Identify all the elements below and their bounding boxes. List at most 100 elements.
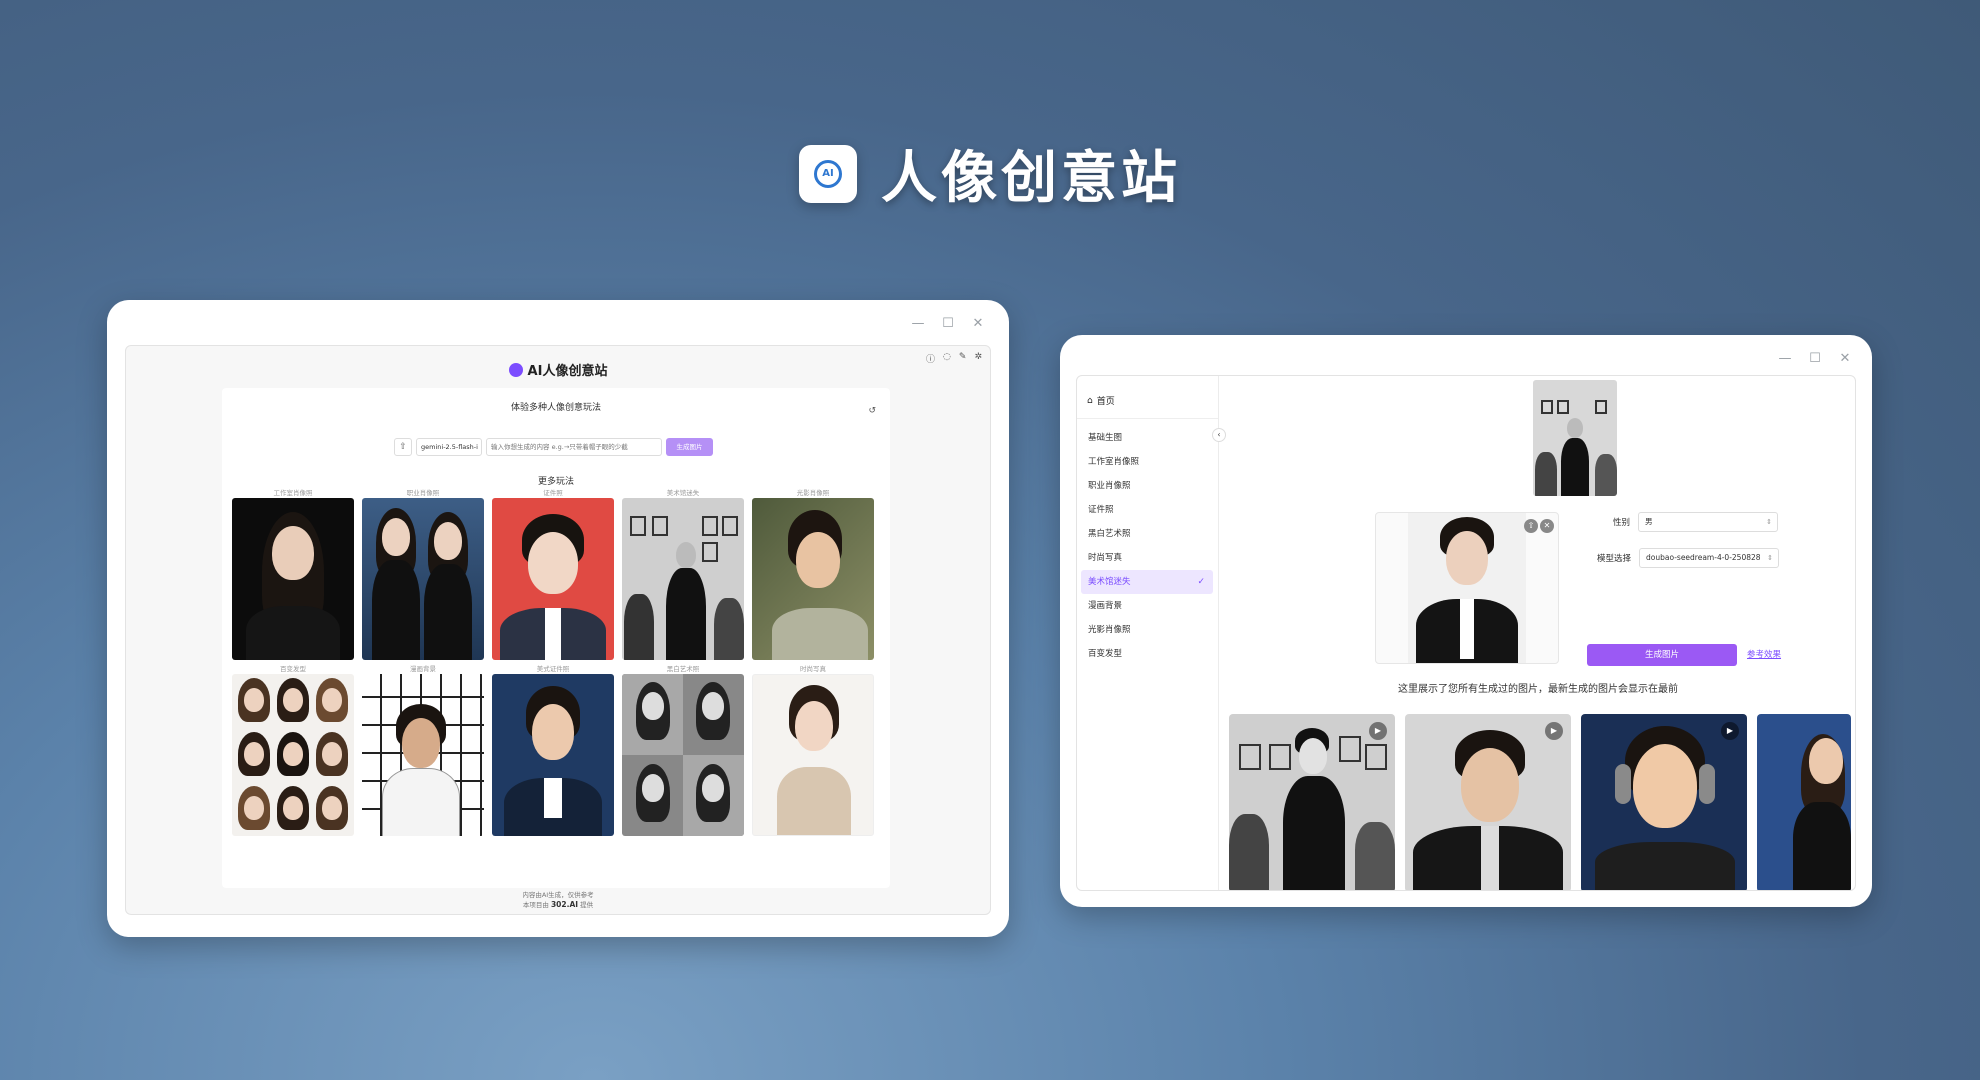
card-image [622, 498, 744, 660]
main-content: ⇧ ✕ 性别 男 ⇕ 模型选择 doubao-seedream-4-0-2508… [1219, 376, 1855, 890]
minimize-icon[interactable]: — [911, 316, 925, 331]
style-grid: 工作室肖像照 职业肖像照 证件照 美术馆迷失 光影肖像照 百变发型 漫画背景 美… [232, 488, 874, 836]
sidebar-item[interactable]: 光影肖像照 [1081, 618, 1213, 642]
minimize-icon[interactable]: — [1778, 351, 1792, 366]
sidebar-item[interactable]: 工作室肖像照 [1081, 450, 1213, 474]
generate-button[interactable]: 生成图片 [1587, 644, 1737, 666]
brand-title: AI人像创意站 [527, 364, 608, 379]
card-image [232, 498, 354, 660]
gender-value: 男 [1645, 517, 1653, 526]
hero-title: 人像创意站 [881, 146, 1181, 211]
sidebar-item-label: 光影肖像照 [1088, 625, 1131, 635]
sidebar-item[interactable]: 时尚写真 [1081, 546, 1213, 570]
model-select[interactable]: gemini-2.5-flash-i [416, 438, 482, 456]
style-card[interactable]: 职业肖像照 [362, 488, 484, 660]
gender-select[interactable]: 男 ⇕ [1638, 512, 1779, 532]
sidebar-home[interactable]: ⌂ 首页 [1087, 394, 1115, 408]
gallery-notice: 这里展示了您所有生成过的图片，最新生成的图片会显示在最前 [1398, 684, 1678, 695]
video-icon[interactable]: ▶ [1545, 722, 1563, 740]
sidebar-item[interactable]: 证件照 [1081, 498, 1213, 522]
style-card[interactable]: 证件照 [492, 488, 614, 660]
sidebar-item-active[interactable]: 美术馆迷失 ✓ [1081, 570, 1213, 594]
main-panel: 体验多种人像创意玩法 ↺ ⇧ gemini-2.5-flash-i 生成图片 更… [222, 388, 890, 888]
sidebar-item[interactable]: 黑白艺术照 [1081, 522, 1213, 546]
style-card[interactable]: 光影肖像照 [752, 488, 874, 660]
window-controls: — ☐ ✕ [1778, 351, 1852, 366]
collapse-sidebar-icon[interactable]: ‹ [1212, 428, 1226, 442]
gender-row: 性别 男 ⇕ [1613, 512, 1779, 532]
maximize-icon[interactable]: ☐ [941, 316, 955, 331]
more-title: 更多玩法 [537, 477, 574, 487]
sidebar-item-label: 职业肖像照 [1088, 481, 1131, 491]
footer: 内容由AI生成，仅供参考 本项目由 302.AI 提供 [126, 891, 990, 910]
home-icon: ⌂ [1087, 395, 1093, 406]
gallery-item[interactable] [1757, 714, 1851, 890]
window-controls: — ☐ ✕ [911, 316, 985, 331]
sidebar-item-label: 证件照 [1088, 505, 1114, 515]
remove-photo-icon[interactable]: ✕ [1540, 519, 1554, 533]
prompt-row: ⇧ gemini-2.5-flash-i 生成图片 [394, 438, 713, 456]
chevron-updown-icon: ⇕ [1767, 554, 1774, 562]
card-image [362, 498, 484, 660]
app-frame: ⌂ 首页 基础生图 工作室肖像照 职业肖像照 证件照 黑白艺术照 时尚写真 美术… [1076, 375, 1856, 891]
chevron-updown-icon: ⇕ [1766, 518, 1773, 526]
close-icon[interactable]: ✕ [1838, 351, 1852, 366]
history-icon[interactable]: ↺ [868, 406, 876, 416]
card-image [752, 674, 874, 836]
card-image [362, 674, 484, 836]
footer-brand[interactable]: 302.AI [551, 900, 578, 909]
gallery-item[interactable]: ▶ [1581, 714, 1747, 890]
card-label: 百变发型 [280, 665, 306, 673]
left-window: — ☐ ✕ ⓘ ◌ ✎ ✲ AI人像创意站 体验多种人像创意玩法 ↺ ⇧ gem… [107, 300, 1009, 937]
footer-prefix: 本项目由 [522, 901, 549, 909]
upload-replace-icon[interactable]: ⇧ [1524, 519, 1538, 533]
footer-suffix: 提供 [580, 901, 594, 909]
uploaded-photo [1408, 513, 1526, 663]
style-card[interactable]: 工作室肖像照 [232, 488, 354, 660]
reference-image [1533, 380, 1617, 496]
style-card[interactable]: 美术馆迷失 [622, 488, 744, 660]
sidebar: ⌂ 首页 基础生图 工作室肖像照 职业肖像照 证件照 黑白艺术照 时尚写真 美术… [1077, 376, 1219, 890]
video-icon[interactable]: ▶ [1721, 722, 1739, 740]
generate-button-label: 生成图片 [1644, 650, 1679, 660]
model-select[interactable]: doubao-seedream-4-0-250828 ⇕ [1639, 548, 1780, 568]
video-icon[interactable]: ▶ [1369, 722, 1387, 740]
sidebar-item[interactable]: 百变发型 [1081, 642, 1213, 666]
card-image [492, 674, 614, 836]
gallery-item[interactable]: ▶ [1229, 714, 1395, 890]
style-card[interactable]: 百变发型 [232, 664, 354, 836]
sidebar-item-label: 美术馆迷失 [1088, 577, 1131, 587]
style-card[interactable]: 美式证件照 [492, 664, 614, 836]
sidebar-divider [1077, 418, 1218, 419]
app-frame: ⓘ ◌ ✎ ✲ AI人像创意站 体验多种人像创意玩法 ↺ ⇧ gemini-2.… [125, 345, 991, 915]
check-icon: ✓ [1197, 577, 1205, 587]
brand: AI人像创意站 [126, 360, 990, 379]
sidebar-item[interactable]: 漫画背景 [1081, 594, 1213, 618]
sidebar-item-label: 漫画背景 [1088, 601, 1123, 611]
generate-button[interactable]: 生成图片 [666, 438, 713, 456]
style-card[interactable]: 黑白艺术照 [622, 664, 744, 836]
uploaded-photo-card: ⇧ ✕ [1375, 512, 1559, 664]
prompt-input[interactable] [486, 438, 662, 456]
generated-gallery: ▶ ▶ ▶ [1229, 714, 1851, 890]
footer-disclaimer: 内容由AI生成，仅供参考 [522, 891, 594, 899]
style-card[interactable]: 漫画背景 [362, 664, 484, 836]
sidebar-item-label: 百变发型 [1088, 649, 1123, 659]
sidebar-item-label: 工作室肖像照 [1088, 457, 1140, 467]
reference-effect-link[interactable]: 参考效果 [1747, 648, 1781, 660]
footer-credit: 本项目由 302.AI 提供 [126, 900, 990, 910]
sidebar-item[interactable]: 基础生图 [1081, 426, 1213, 450]
style-card[interactable]: 时尚写真 [752, 664, 874, 836]
close-icon[interactable]: ✕ [971, 316, 985, 331]
home-label: 首页 [1096, 397, 1115, 407]
sidebar-menu: 基础生图 工作室肖像照 职业肖像照 证件照 黑白艺术照 时尚写真 美术馆迷失 ✓ … [1081, 426, 1213, 666]
card-label: 美术馆迷失 [666, 489, 700, 497]
upload-icon[interactable]: ⇧ [394, 438, 412, 456]
maximize-icon[interactable]: ☐ [1808, 351, 1822, 366]
sidebar-item[interactable]: 职业肖像照 [1081, 474, 1213, 498]
gallery-item[interactable]: ▶ [1405, 714, 1571, 890]
sidebar-item-label: 黑白艺术照 [1088, 529, 1131, 539]
card-label: 黑白艺术照 [666, 665, 700, 673]
card-label: 时尚写真 [800, 665, 826, 673]
brand-logo-icon [508, 362, 523, 377]
